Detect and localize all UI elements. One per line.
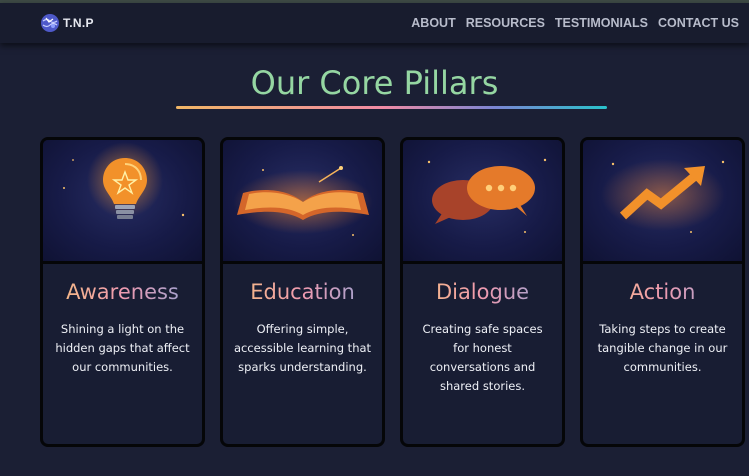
- pillar-title: Dialogue: [403, 280, 562, 304]
- navbar: T.N.P ABOUT RESOURCES TESTIMONIALS CONTA…: [0, 3, 749, 43]
- rising-arrow-icon: [601, 159, 725, 233]
- pillar-image: [403, 140, 562, 264]
- pillar-card-education: Education Offering simple, accessible le…: [220, 137, 385, 447]
- pillar-description: Offering simple, accessible learning tha…: [233, 322, 372, 374]
- pillar-card-dialogue: Dialogue Creating safe spaces for honest…: [400, 137, 565, 447]
- globe-logo-icon: [41, 14, 59, 32]
- nav-link-resources[interactable]: RESOURCES: [466, 16, 545, 30]
- pillar-title: Education: [223, 280, 382, 304]
- pillar-description: Taking steps to create tangible change i…: [597, 322, 728, 374]
- pillar-description: Shining a light on the hidden gaps that …: [55, 322, 190, 374]
- open-book-icon: [233, 166, 373, 236]
- pillar-title: Awareness: [43, 280, 202, 304]
- nav-link-about[interactable]: ABOUT: [411, 16, 455, 30]
- speech-bubbles-icon: [427, 158, 547, 233]
- pillar-image: [583, 140, 742, 264]
- nav-link-testimonials[interactable]: TESTIMONIALS: [555, 16, 648, 30]
- pillar-card-awareness: Awareness Shining a light on the hidden …: [40, 137, 205, 447]
- brand[interactable]: T.N.P: [40, 13, 94, 33]
- pillar-image: [43, 140, 202, 264]
- pillar-card-action: Action Taking steps to create tangible c…: [580, 137, 745, 447]
- pillar-title: Action: [583, 280, 742, 304]
- brand-name: T.N.P: [63, 16, 94, 30]
- lightbulb-icon: [63, 142, 185, 219]
- pillar-description: Creating safe spaces for honest conversa…: [422, 322, 543, 393]
- pillar-image: [223, 140, 382, 264]
- nav-link-contact[interactable]: CONTACT US: [658, 16, 739, 30]
- nav-links: ABOUT RESOURCES TESTIMONIALS CONTACT US: [411, 16, 739, 30]
- title-underline: [176, 106, 607, 109]
- section-title: Our Core Pillars: [250, 64, 499, 102]
